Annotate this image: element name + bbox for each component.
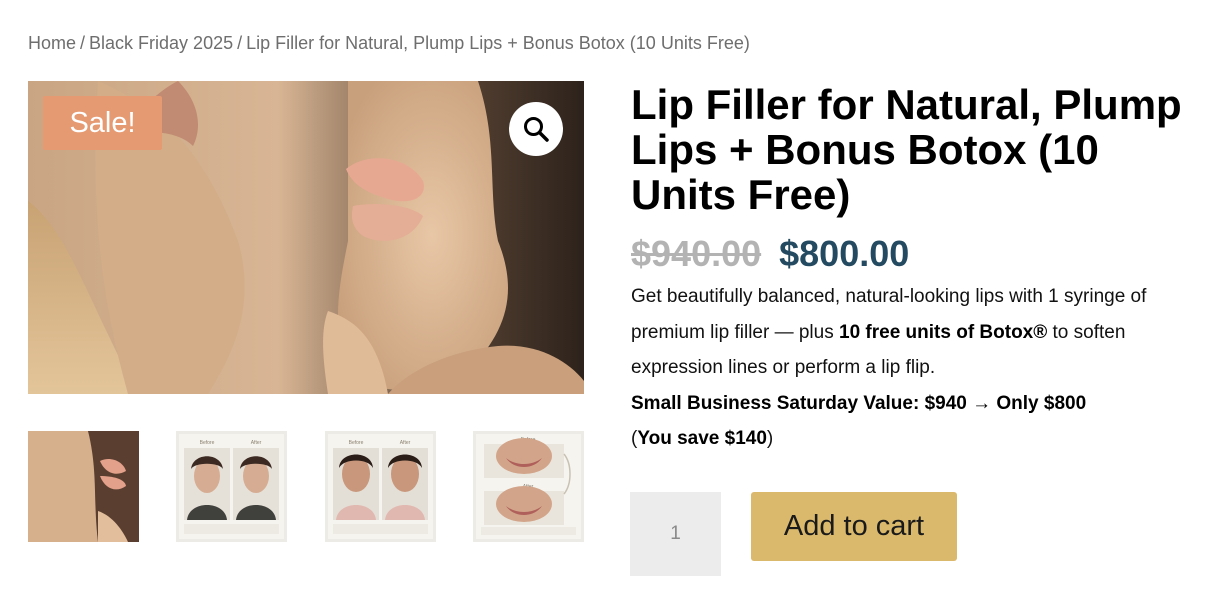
thumbnail-photo (28, 431, 139, 542)
price: $940.00 $800.00 (631, 233, 909, 275)
breadcrumb-category[interactable]: Black Friday 2025 (89, 33, 233, 53)
value-line-text: Small Business Saturday Value: $940 → On… (631, 392, 1087, 414)
thumbnail-2[interactable]: Before After (176, 431, 287, 542)
thumbnail-3[interactable]: Before After (325, 431, 436, 542)
savings-line: (You save $140) (631, 421, 1196, 457)
sale-badge: Sale! (43, 96, 162, 150)
thumbnail-gallery: Before After Before After (28, 431, 584, 542)
breadcrumb-separator: / (80, 33, 86, 53)
breadcrumb-current: Lip Filler for Natural, Plump Lips + Bon… (246, 33, 750, 53)
product-title: Lip Filler for Natural, Plump Lips + Bon… (631, 81, 1182, 218)
savings-text: You save $140 (637, 428, 767, 449)
after-label: After (251, 440, 262, 446)
before-label: Before (200, 440, 215, 446)
quantity-input[interactable]: 1 (630, 492, 721, 576)
before-after-photo: Before After (476, 434, 581, 539)
description-paragraph: Get beautifully balanced, natural-lookin… (631, 279, 1196, 386)
zoom-button[interactable] (509, 102, 563, 156)
magnifier-icon (524, 117, 549, 142)
before-after-photo: Before After (328, 434, 433, 539)
description-highlight: 10 free units of Botox® (839, 321, 1048, 343)
add-to-cart-button[interactable]: Add to cart (751, 492, 957, 561)
product-short-description: Get beautifully balanced, natural-lookin… (631, 279, 1196, 457)
thumbnail-4[interactable]: Before After (473, 431, 584, 542)
breadcrumb-home[interactable]: Home (28, 33, 76, 53)
savings-close-paren: ) (766, 428, 774, 449)
before-label: Before (349, 440, 364, 446)
after-label: After (400, 440, 411, 446)
before-after-photo: Before After (179, 434, 284, 539)
breadcrumb: Home / Black Friday 2025/Lip Filler for Na… (28, 33, 750, 54)
value-line: Small Business Saturday Value: $940 → On… (631, 386, 1196, 422)
sale-price: $800.00 (779, 233, 910, 274)
breadcrumb-separator: / (237, 33, 243, 53)
regular-price: $940.00 (631, 233, 762, 274)
product-main-image[interactable]: Sale! (28, 81, 584, 394)
thumbnail-1[interactable] (28, 431, 139, 542)
